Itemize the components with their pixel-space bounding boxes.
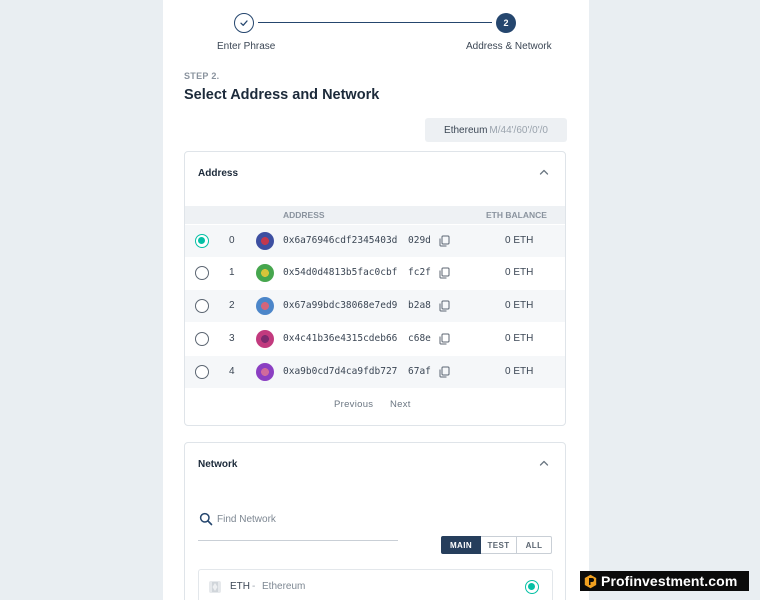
chevron-up-icon[interactable] (539, 168, 549, 176)
address-text: 0xa9b0cd7d4ca9fdb727 (283, 366, 398, 377)
address-balance: 0 ETH (505, 267, 534, 278)
address-text: 0x6a76946cdf2345403d (283, 235, 398, 246)
filter-test-button[interactable]: TEST (481, 536, 517, 554)
address-text: 0x54d0d4813b5fac0cbf (283, 267, 398, 278)
copy-icon[interactable] (439, 267, 450, 279)
address-panel-title: Address (198, 168, 239, 179)
address-index: 1 (229, 267, 235, 278)
address-avatar (256, 330, 274, 348)
address-avatar (256, 264, 274, 282)
derivation-path: M/44'/60'/0'/0 (489, 124, 548, 136)
page-title: Select Address and Network (184, 87, 380, 103)
table-row[interactable]: 2 0x67a99bdc38068e7ed9 b2a8 0 ETH (185, 290, 565, 322)
network-filter-toggle: MAIN TEST ALL (441, 536, 552, 554)
filter-main-button[interactable]: MAIN (441, 536, 481, 554)
search-icon (199, 512, 213, 526)
address-balance: 0 ETH (505, 235, 534, 246)
network-radio[interactable] (525, 580, 539, 594)
address-balance: 0 ETH (505, 366, 534, 377)
chevron-up-icon[interactable] (539, 459, 549, 467)
address-text: 0x67a99bdc38068e7ed9 (283, 300, 398, 311)
check-icon (240, 20, 248, 26)
table-row[interactable]: 0 0x6a76946cdf2345403d 029d 0 ETH (185, 225, 565, 257)
stepper-line (258, 22, 492, 23)
ethereum-network-icon (209, 581, 221, 593)
filter-all-button[interactable]: ALL (517, 536, 552, 554)
address-text: 0x4c41b36e4315cdeb66 (283, 333, 398, 344)
network-panel-title: Network (198, 459, 238, 470)
step-label-address-network: Address & Network (466, 41, 552, 52)
address-ending: 029d (408, 235, 431, 246)
address-radio[interactable] (195, 266, 209, 280)
network-panel: Network MAIN TEST ALL ETH - Ethereum (184, 442, 566, 600)
table-row[interactable]: 1 0x54d0d4813b5fac0cbf fc2f 0 ETH (185, 257, 565, 289)
table-row[interactable]: 3 0x4c41b36e4315cdeb66 c68e 0 ETH (185, 323, 565, 355)
hexagon-logo-icon (584, 574, 597, 588)
profinvestment-watermark: Profinvestment.com (580, 571, 749, 591)
address-radio[interactable] (195, 332, 209, 346)
step-kicker: STEP 2. (184, 71, 220, 81)
address-index: 3 (229, 333, 235, 344)
address-index: 4 (229, 366, 235, 377)
copy-icon[interactable] (439, 333, 450, 345)
address-balance: 0 ETH (505, 333, 534, 344)
address-ending: 67af (408, 366, 431, 377)
search-underline (198, 540, 398, 541)
copy-icon[interactable] (439, 366, 450, 378)
step-label-enter-phrase: Enter Phrase (217, 41, 276, 52)
address-ending: b2a8 (408, 300, 431, 311)
network-name: Ethereum (262, 581, 306, 592)
address-table-header: ADDRESS ETH BALANCE (185, 206, 565, 224)
address-index: 0 (229, 235, 235, 246)
address-radio[interactable] (195, 299, 209, 313)
table-row[interactable]: 4 0xa9b0cd7d4ca9fdb727 67af 0 ETH (185, 356, 565, 388)
watermark-text: Profinvestment.com (601, 573, 738, 589)
previous-page-button[interactable]: Previous (334, 399, 373, 410)
address-avatar (256, 297, 274, 315)
address-radio[interactable] (195, 365, 209, 379)
network-option-eth[interactable]: ETH - Ethereum (198, 569, 553, 600)
find-network-input[interactable] (217, 511, 395, 527)
column-header-eth-balance: ETH BALANCE (486, 210, 547, 220)
copy-icon[interactable] (439, 300, 450, 312)
next-page-button[interactable]: Next (390, 399, 411, 410)
address-avatar (256, 232, 274, 250)
column-header-address: ADDRESS (283, 210, 325, 220)
address-radio[interactable] (195, 234, 209, 248)
derivation-network: Ethereum (444, 124, 488, 136)
address-panel: Address ADDRESS ETH BALANCE 0 0x6a76946c… (184, 151, 566, 426)
step-address-network-number: 2 (496, 13, 516, 33)
step-enter-phrase-check (234, 13, 254, 33)
address-avatar (256, 363, 274, 381)
unlock-wallet-card: 2 Enter Phrase Address & Network STEP 2.… (163, 0, 589, 600)
address-ending: c68e (408, 333, 431, 344)
network-separator: - (252, 581, 256, 592)
address-index: 2 (229, 300, 235, 311)
address-ending: fc2f (408, 267, 431, 278)
network-symbol: ETH (230, 581, 250, 592)
derivation-path-chip[interactable]: Ethereum M/44'/60'/0'/0 (425, 118, 567, 142)
address-balance: 0 ETH (505, 300, 534, 311)
copy-icon[interactable] (439, 235, 450, 247)
